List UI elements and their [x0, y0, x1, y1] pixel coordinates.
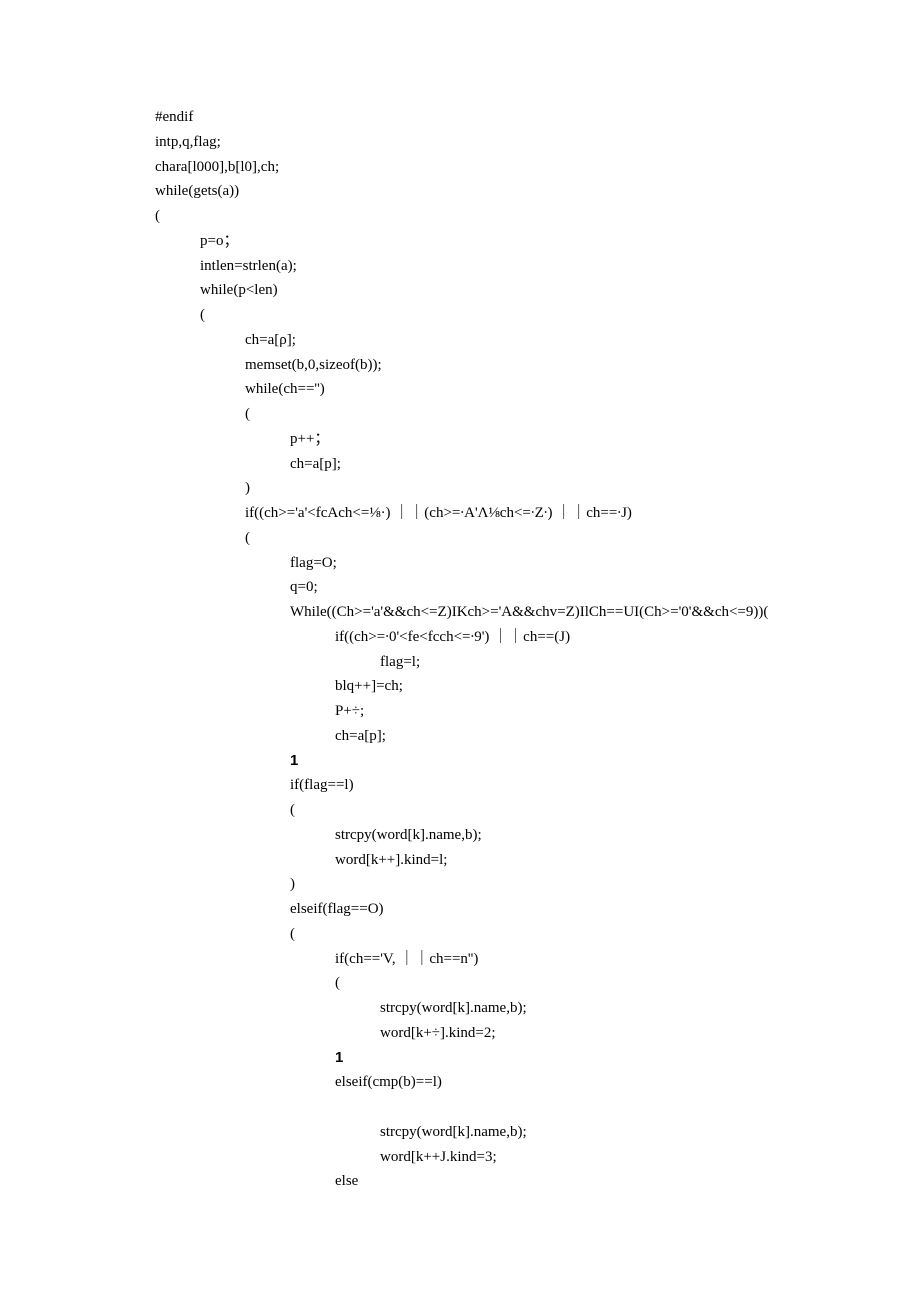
code-line: p++； — [155, 427, 920, 452]
code-line: memset(b,0,sizeof(b)); — [155, 353, 920, 378]
code-line: P+÷; — [155, 699, 920, 724]
code-line: if((ch>=∙0'<fe<fcch<=∙9') ｜｜ch==(J) — [155, 625, 920, 650]
code-line: blq++]=ch; — [155, 674, 920, 699]
code-line: word[k++J.kind=3; — [155, 1145, 920, 1170]
code-line: strcpy(word[k].name,b); — [155, 1120, 920, 1145]
code-line: q=0; — [155, 575, 920, 600]
code-line: chara[l000],b[l0],ch; — [155, 155, 920, 180]
code-line: if(ch=='V, ｜｜ch==n'') — [155, 947, 920, 972]
code-line: while(p<len) — [155, 278, 920, 303]
code-line: while(gets(a)) — [155, 179, 920, 204]
code-line — [155, 1095, 920, 1120]
code-line: ch=a[p]; — [155, 452, 920, 477]
code-line: While((Ch>='a'&&ch<=Z)IKch>='A&&chv=Z)Il… — [155, 600, 920, 625]
code-line: strcpy(word[k].name,b); — [155, 996, 920, 1021]
code-line: ch=a[ρ]; — [155, 328, 920, 353]
code-line: elseif(cmp(b)==l) — [155, 1070, 920, 1095]
code-line: flag=O; — [155, 551, 920, 576]
code-line: flag=l; — [155, 650, 920, 675]
code-line: elseif(flag==O) — [155, 897, 920, 922]
code-document: #endifintp,q,flag;chara[l000],b[l0],ch;w… — [0, 0, 920, 1194]
code-line: if(flag==l) — [155, 773, 920, 798]
code-line: ( — [155, 204, 920, 229]
code-line: ( — [155, 798, 920, 823]
code-line: word[k+÷].kind=2; — [155, 1021, 920, 1046]
code-line: ch=a[p]; — [155, 724, 920, 749]
code-line: word[k++].kind=l; — [155, 848, 920, 873]
code-line: else — [155, 1169, 920, 1194]
code-line: #endif — [155, 105, 920, 130]
code-line: ) — [155, 476, 920, 501]
code-line: ) — [155, 872, 920, 897]
code-line: intp,q,flag; — [155, 130, 920, 155]
code-line: intlen=strlen(a); — [155, 254, 920, 279]
code-line: while(ch=='') — [155, 377, 920, 402]
code-line: strcpy(word[k].name,b); — [155, 823, 920, 848]
code-line: ( — [155, 526, 920, 551]
code-line: ( — [155, 303, 920, 328]
code-line: if((ch>='a'<fcAch<=⅛·) ｜｜(ch>=∙A'Λ⅛ch<=∙… — [155, 501, 920, 526]
code-line: 1 — [155, 749, 920, 774]
code-line: 1 — [155, 1046, 920, 1071]
code-line: ( — [155, 971, 920, 996]
code-line: p=o； — [155, 229, 920, 254]
code-line: ( — [155, 402, 920, 427]
code-line: ( — [155, 922, 920, 947]
